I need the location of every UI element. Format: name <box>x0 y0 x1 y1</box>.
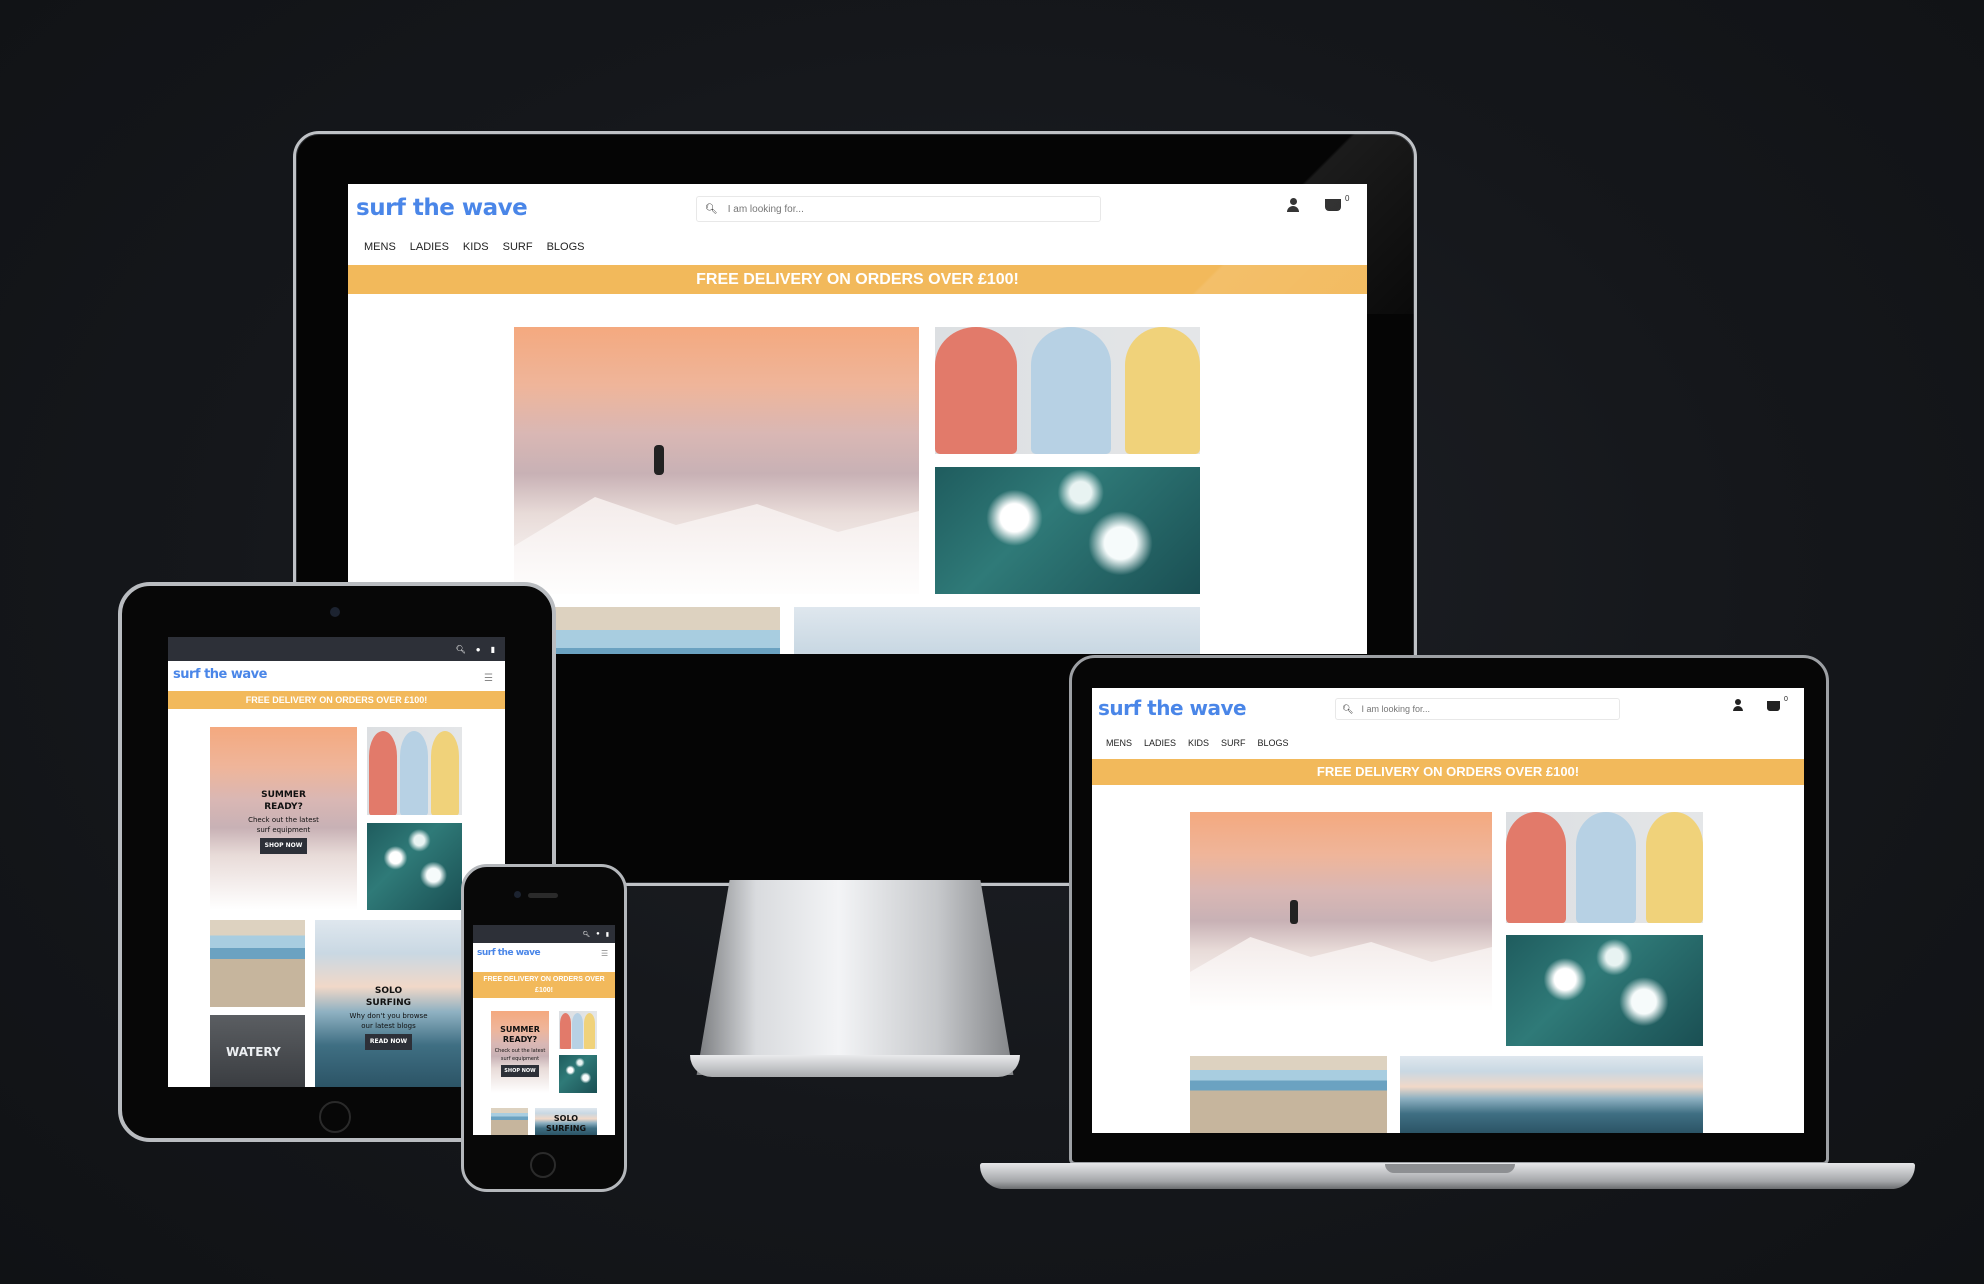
shop-now-button[interactable]: SHOP NOW <box>259 838 308 854</box>
van-view-image[interactable] <box>210 920 305 1007</box>
promo-title: SOLO SURFING <box>365 986 412 1008</box>
nav-mens[interactable]: MENS <box>1106 738 1132 748</box>
nav-surf[interactable]: SURF <box>503 241 533 253</box>
promo-body: Check out the latest surf equipment <box>248 816 319 834</box>
promo-body: Why don't you browse our latest blogs <box>349 1012 428 1030</box>
aerial-wave-image[interactable] <box>367 823 462 910</box>
phone-home-button <box>530 1152 556 1178</box>
tablet-home-button <box>319 1101 351 1133</box>
monitor-base <box>690 1055 1020 1077</box>
tablet-topbar: 🔍︎ ● ▮ <box>168 637 505 661</box>
aerial-wave-image[interactable] <box>935 467 1200 594</box>
van-view-image[interactable] <box>1190 1056 1387 1133</box>
phone-speaker <box>528 893 558 898</box>
van-view-image[interactable] <box>548 607 780 654</box>
watery-text: WATERY <box>226 1045 281 1059</box>
summer-promo-tile[interactable]: SUMMER READY? Check out the latest surf eq… <box>210 727 357 910</box>
search-bar[interactable]: 🔍︎ I am looking for... <box>1335 698 1620 720</box>
laptop-notch <box>1385 1164 1515 1173</box>
phone-camera <box>514 891 521 898</box>
ocean-sky-image[interactable] <box>794 607 1200 654</box>
nav-ladies[interactable]: LADIES <box>410 241 449 253</box>
user-icon[interactable]: ● <box>596 931 600 937</box>
search-icon[interactable]: 🔍︎ <box>582 931 590 938</box>
main-nav: MENS LADIES KIDS SURF BLOGS <box>364 241 584 253</box>
watery-image[interactable]: WATERY <box>210 1015 305 1087</box>
brand-logo[interactable]: surf the wave <box>173 667 267 682</box>
solo-promo-tile[interactable]: SOLO SURFING <box>535 1108 597 1135</box>
brand-logo[interactable]: surf the wave <box>477 948 541 958</box>
nav-kids[interactable]: KIDS <box>463 241 489 253</box>
aerial-wave-image[interactable] <box>1506 935 1703 1046</box>
nav-blogs[interactable]: BLOGS <box>1258 738 1289 748</box>
search-input[interactable]: I am looking for... <box>1361 704 1430 714</box>
brand-logo[interactable]: surf the wave <box>1098 696 1247 720</box>
hero-surfer-image[interactable] <box>514 327 919 594</box>
read-now-button[interactable]: READ NOW <box>364 1034 413 1050</box>
phone-topbar: 🔍︎ ● ▮ <box>473 925 615 943</box>
search-icon: 🔍︎ <box>705 203 718 215</box>
main-nav: MENS LADIES KIDS SURF BLOGS <box>1106 738 1289 748</box>
surfboards-image[interactable] <box>559 1011 597 1049</box>
surfboards-image[interactable] <box>935 327 1200 454</box>
promo-body: Check out the latest surf equipment <box>494 1048 546 1062</box>
search-bar[interactable]: 🔍︎ I am looking for... <box>696 196 1101 222</box>
promo-title: SUMMER READY? <box>261 790 306 812</box>
hamburger-icon[interactable]: ☰ <box>601 949 608 958</box>
promo-title: SOLO SURFING <box>545 1114 587 1133</box>
nav-blogs[interactable]: BLOGS <box>547 241 585 253</box>
user-icon[interactable]: ● <box>476 645 481 654</box>
nav-ladies[interactable]: LADIES <box>1144 738 1176 748</box>
basket-icon[interactable] <box>1767 701 1780 711</box>
search-input[interactable]: I am looking for... <box>728 204 804 215</box>
phone-screen: 🔍︎ ● ▮ surf the wave ☰ FREE DELIVERY ON … <box>473 925 615 1135</box>
delivery-banner: FREE DELIVERY ON ORDERS OVER £100! <box>473 972 615 998</box>
hero-surfer-image[interactable] <box>1190 812 1492 1010</box>
user-icon[interactable] <box>1732 699 1744 713</box>
tablet-screen: 🔍︎ ● ▮ surf the wave ☰ FREE DELIVERY ON … <box>168 637 505 1087</box>
basket-count: 0 <box>1784 696 1788 703</box>
tablet-camera <box>330 607 340 617</box>
delivery-banner: FREE DELIVERY ON ORDERS OVER £100! <box>1092 759 1804 785</box>
surfboards-image[interactable] <box>367 727 462 815</box>
monitor-stand <box>696 880 1014 1075</box>
nav-kids[interactable]: KIDS <box>1188 738 1209 748</box>
basket-icon[interactable]: ▮ <box>491 645 495 654</box>
promo-title: SUMMER READY? <box>500 1025 540 1044</box>
solo-promo-tile[interactable]: SOLO SURFING Why don't you browse our late… <box>315 920 462 1087</box>
van-view-image[interactable] <box>491 1108 528 1135</box>
surfboards-image[interactable] <box>1506 812 1703 923</box>
basket-icon[interactable]: ▮ <box>606 931 609 938</box>
search-icon: 🔍︎ <box>1342 703 1354 714</box>
brand-logo[interactable]: surf the wave <box>356 195 528 221</box>
laptop-screen: surf the wave 🔍︎ I am looking for... 0 M… <box>1092 688 1804 1133</box>
shop-now-button[interactable]: SHOP NOW <box>501 1065 539 1077</box>
summer-promo-tile[interactable]: SUMMER READY? Check out the latest surf eq… <box>491 1011 549 1093</box>
aerial-wave-image[interactable] <box>559 1055 597 1093</box>
ocean-sky-image[interactable] <box>1400 1056 1703 1133</box>
hamburger-icon[interactable]: ☰ <box>484 673 493 684</box>
nav-mens[interactable]: MENS <box>364 241 396 253</box>
screen-glare <box>1190 134 1414 314</box>
delivery-banner: FREE DELIVERY ON ORDERS OVER £100! <box>168 691 505 709</box>
nav-surf[interactable]: SURF <box>1221 738 1246 748</box>
search-icon[interactable]: 🔍︎ <box>456 645 466 654</box>
